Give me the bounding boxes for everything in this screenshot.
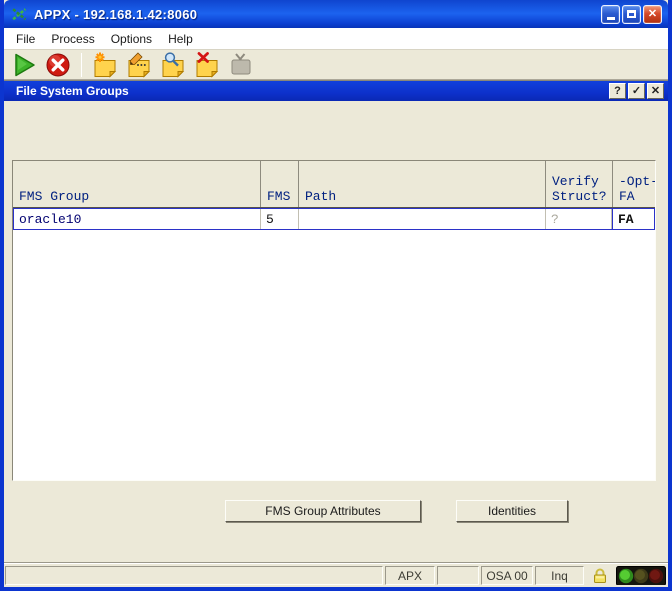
play-icon [11,52,37,78]
run-button[interactable] [10,51,38,78]
tv-disabled-icon [228,52,254,78]
status-mode-cell: Inq [535,566,584,585]
status-lock-cell [586,566,614,585]
edit-record-button[interactable] [125,51,153,78]
panel-help-button[interactable]: ? [609,83,626,99]
column-header-fms-group: FMS Group [13,161,261,207]
panel-close-button[interactable]: ✕ [647,83,664,99]
maximize-icon [627,10,636,18]
menu-item-help[interactable]: Help [160,30,201,48]
statusbar: APX OSA 00 Inq [4,563,668,587]
cancel-icon [45,52,71,78]
status-osa-cell: OSA 00 [481,566,533,585]
column-header-fms: FMS [261,161,299,207]
fms-group-attributes-button[interactable]: FMS Group Attributes [225,500,421,522]
content-area: FMS Group FMS Path Verify Struct? -Opt- … [4,101,668,563]
panel-ok-button[interactable]: ✓ [628,83,645,99]
menu-item-process[interactable]: Process [43,30,102,48]
status-traffic-light [616,566,666,585]
menu-item-file[interactable]: File [8,30,43,48]
column-header-path: Path [299,161,546,207]
menu-item-options[interactable]: Options [103,30,160,48]
close-button[interactable]: ✕ [643,5,662,24]
cell-path[interactable] [299,209,546,229]
status-blank-cell [437,566,479,585]
column-header-opt-fa: -Opt- FA [613,161,656,207]
minimize-icon [607,17,615,20]
traffic-light-icon [616,566,666,585]
minimize-button[interactable] [601,5,620,24]
titlebar: APPX - 192.168.1.42:8060 ✕ [4,0,668,28]
delete-record-note-icon [194,52,220,78]
app-window: APPX - 192.168.1.42:8060 ✕ File Process … [0,0,672,591]
scratchpad-button-disabled[interactable] [227,51,255,78]
new-record-note-icon [92,52,118,78]
status-apx-cell: APX [385,566,435,585]
column-header-verify-struct: Verify Struct? [546,161,613,207]
window-title: APPX - 192.168.1.42:8060 [34,7,601,22]
lock-icon [591,567,609,585]
toolbar-separator [81,53,82,77]
table-row[interactable]: oracle10 5 ? FA [13,208,655,230]
identities-button[interactable]: Identities [456,500,568,522]
cell-fms-group[interactable]: oracle10 [14,209,261,229]
view-record-button[interactable] [159,51,187,78]
edit-record-note-icon [126,52,152,78]
panel-titlebar: File System Groups ? ✓ ✕ [4,80,668,101]
insert-record-button[interactable] [91,51,119,78]
maximize-button[interactable] [622,5,641,24]
delete-record-button[interactable] [193,51,221,78]
cancel-button[interactable] [44,51,72,78]
view-record-note-icon [160,52,186,78]
menubar: File Process Options Help [4,28,668,49]
cell-fms[interactable]: 5 [261,209,299,229]
table-header: FMS Group FMS Path Verify Struct? -Opt- … [13,161,655,208]
appx-logo-icon [11,6,28,23]
cell-verify-struct[interactable]: ? [546,209,612,229]
close-icon: ✕ [648,9,657,20]
panel-title: File System Groups [16,84,607,98]
toolbar [4,49,668,80]
cell-fa[interactable]: FA [612,209,654,229]
status-message-cell [5,566,383,585]
fsg-table: FMS Group FMS Path Verify Struct? -Opt- … [12,160,656,481]
